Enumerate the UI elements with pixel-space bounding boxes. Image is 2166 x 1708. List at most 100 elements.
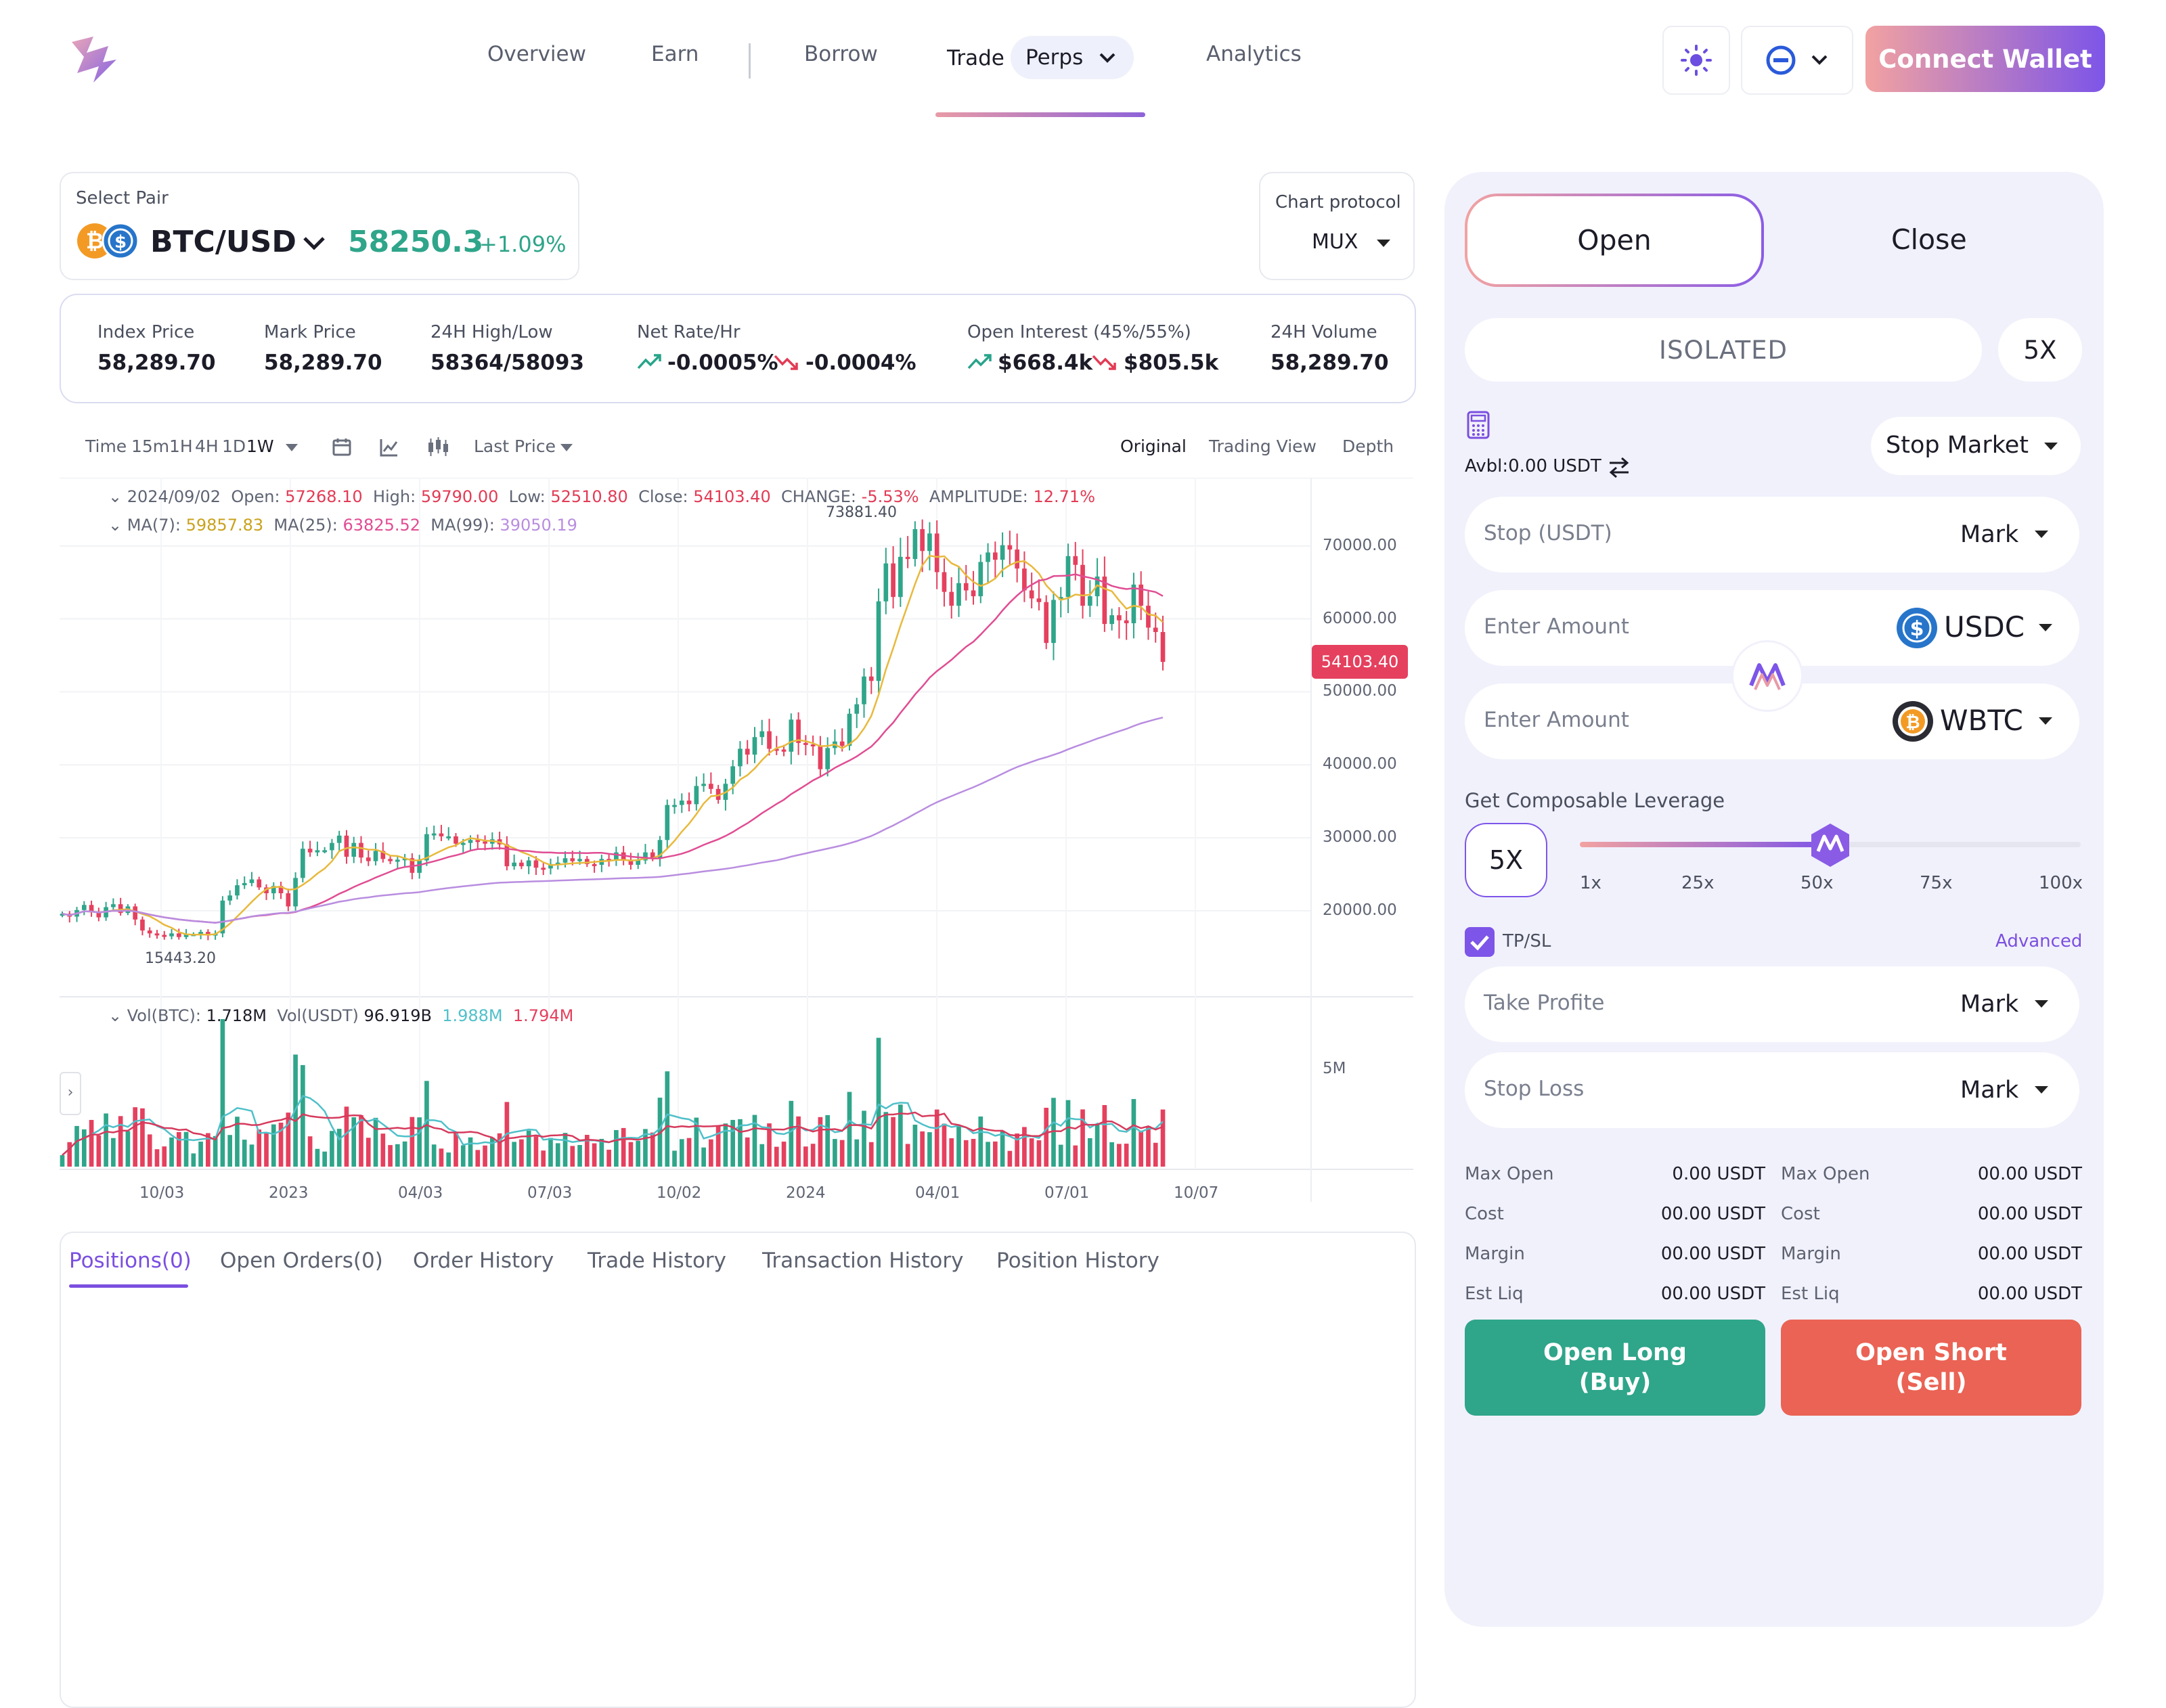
interval-4h[interactable]: 4H: [195, 436, 219, 456]
interval-15m[interactable]: 15m: [131, 436, 169, 456]
legend-collapse-icon[interactable]: ⌄: [108, 516, 122, 535]
calendar-icon[interactable]: [332, 437, 352, 457]
calculator-icon[interactable]: [1466, 410, 1490, 440]
stop-mark-select[interactable]: Mark: [1960, 521, 2018, 548]
svg-text:$: $: [114, 232, 127, 252]
view-depth[interactable]: Depth: [1342, 436, 1394, 456]
volume-bar: [154, 1149, 160, 1167]
min-price-label: 15443.20: [145, 950, 216, 967]
network-icon: [1766, 45, 1796, 75]
take-profit-mark-select[interactable]: Mark: [1960, 991, 2018, 1018]
candle: [1007, 545, 1013, 550]
nav-overview[interactable]: Overview: [487, 42, 586, 66]
candle: [818, 746, 823, 769]
candle: [767, 731, 772, 749]
legend-close: 54103.40: [693, 487, 771, 506]
volume-bar: [198, 1142, 203, 1167]
tab-transaction-history[interactable]: Transaction History: [762, 1249, 963, 1273]
tab-order-history[interactable]: Order History: [413, 1249, 554, 1273]
perps-dropdown[interactable]: Perps: [1011, 36, 1134, 79]
view-trading-view[interactable]: Trading View: [1209, 436, 1317, 456]
open-short-label: Open Short: [1855, 1339, 2007, 1366]
advanced-link[interactable]: Advanced: [1995, 931, 2082, 951]
summary-margin-value: 00.00 USDT: [1660, 1244, 1765, 1264]
ma99-label: MA(99):: [430, 516, 495, 535]
volume-bar: [956, 1125, 961, 1167]
interval-1h[interactable]: 1H: [169, 436, 193, 456]
order-type-select[interactable]: Stop Market: [1871, 417, 2081, 475]
stop-loss-mark-select[interactable]: Mark: [1960, 1077, 2018, 1104]
swap-direction-button[interactable]: [1731, 640, 1803, 712]
candle-type-icon[interactable]: [426, 436, 449, 457]
network-selector[interactable]: [1741, 26, 1853, 95]
volume-bar: [1131, 1099, 1136, 1167]
ma25-value: 63825.52: [342, 516, 421, 535]
caret-down-icon: [2035, 1086, 2048, 1094]
nav-analytics[interactable]: Analytics: [1206, 42, 1302, 66]
tab-positions[interactable]: Positions(0): [69, 1249, 192, 1273]
caret-down-icon: [2044, 443, 2058, 450]
history-panel: [60, 1232, 1416, 1708]
volume-bar: [111, 1138, 116, 1167]
volume-bar: [854, 1139, 860, 1167]
candle: [460, 842, 466, 845]
price-chart[interactable]: [60, 478, 1310, 1171]
ma99-value: 39050.19: [500, 516, 577, 535]
logo[interactable]: [66, 32, 120, 87]
take-profit-input[interactable]: Take Profite Mark: [1465, 966, 2079, 1042]
legend-collapse-icon[interactable]: ⌄: [108, 487, 122, 506]
tab-position-history[interactable]: Position History: [996, 1249, 1159, 1273]
pair-selector[interactable]: Select Pair ₿ $ BTC/USD 58250.3 +1.09%: [60, 172, 579, 280]
close-tab[interactable]: Close: [1891, 223, 1967, 256]
scroll-left-handle[interactable]: ›: [60, 1072, 81, 1115]
nav-borrow[interactable]: Borrow: [804, 42, 878, 66]
candle: [504, 844, 510, 867]
time-axis-tick: 10/03: [139, 1184, 185, 1202]
summary-short-est-liq-value: 00.00 USDT: [1977, 1284, 2082, 1304]
nav-trade[interactable]: Trade: [947, 46, 1004, 70]
volume-bar: [920, 1131, 925, 1167]
connect-wallet-button[interactable]: Connect Wallet: [1865, 26, 2105, 92]
price-type-select[interactable]: Last Price: [474, 436, 556, 456]
pay-token-select[interactable]: USDC: [1944, 610, 2025, 644]
stop-loss-input[interactable]: Stop Loss Mark: [1465, 1052, 2079, 1128]
volume-bar: [1000, 1131, 1005, 1167]
interval-1d[interactable]: 1D: [222, 436, 246, 456]
leverage-value-box[interactable]: 5X: [1465, 823, 1547, 897]
open-interest-short: $805.5k: [1124, 351, 1219, 375]
swap-arrows-icon[interactable]: [1607, 456, 1631, 479]
volume-bar: [1036, 1140, 1042, 1167]
volume-bar: [96, 1135, 102, 1167]
candle: [942, 572, 947, 592]
candle: [891, 563, 896, 598]
stop-price-input[interactable]: Stop (USDT) Mark: [1465, 497, 2079, 572]
leverage-slider-thumb[interactable]: [1807, 822, 1854, 869]
candle: [293, 878, 298, 907]
caret-down-icon: [2039, 717, 2052, 725]
indicator-icon[interactable]: [379, 437, 399, 457]
theme-toggle[interactable]: [1662, 26, 1730, 95]
take-profit-placeholder: Take Profite: [1484, 991, 1605, 1015]
margin-mode-select[interactable]: ISOLATED: [1465, 318, 1982, 382]
leverage-select[interactable]: 5X: [1998, 318, 2082, 382]
open-short-button[interactable]: Open Short (Sell): [1781, 1320, 2081, 1416]
volume-bar: [169, 1137, 174, 1167]
open-long-button[interactable]: Open Long (Buy): [1465, 1320, 1765, 1416]
summary-short-est-liq-label: Est Liq: [1781, 1284, 1840, 1304]
chart-protocol-selector[interactable]: Chart protocol MUX: [1259, 172, 1415, 280]
interval-1w[interactable]: 1W: [246, 436, 274, 456]
volume-bar: [227, 1135, 233, 1167]
view-original[interactable]: Original: [1120, 436, 1187, 456]
open-tab[interactable]: Open: [1465, 194, 1764, 287]
tab-open-orders[interactable]: Open Orders(0): [220, 1249, 383, 1273]
nav-earn[interactable]: Earn: [651, 42, 699, 66]
interval-dropdown-icon[interactable]: [286, 444, 298, 451]
volume-bar: [891, 1117, 896, 1167]
tab-trade-history[interactable]: Trade History: [588, 1249, 726, 1273]
candle: [686, 801, 692, 805]
legend-change: -5.53%: [861, 487, 919, 506]
volume-legend: ⌄ Vol(BTC): 1.718M Vol(USDT) 96.919B 1.9…: [108, 1006, 573, 1025]
legend-collapse-icon[interactable]: ⌄: [108, 1006, 122, 1025]
tpsl-checkbox[interactable]: [1465, 927, 1495, 957]
receive-token-select[interactable]: WBTC: [1940, 704, 2023, 737]
